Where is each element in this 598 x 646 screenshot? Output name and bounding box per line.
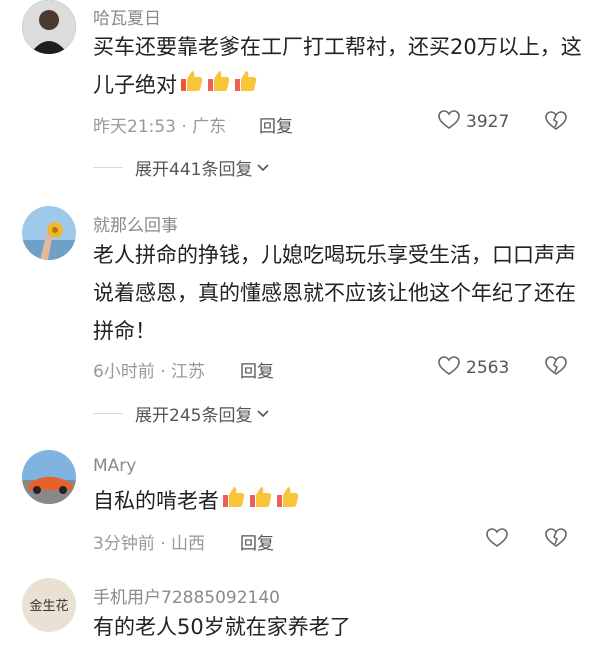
like-count: 3927 <box>466 112 510 132</box>
comment-location: 广东 <box>192 117 227 137</box>
meta-separator: · <box>154 362 172 382</box>
broken-heart-icon <box>545 528 567 552</box>
avatar[interactable] <box>22 450 76 504</box>
comment-location: 江苏 <box>171 362 206 382</box>
comment-text-body: 买车还要靠老爹在工厂打工帮衬，还买20万以上，这儿子绝对 <box>93 35 582 97</box>
comment-text: 老人拼命的挣钱，儿媳吃喝玩乐享受生活，口口声声说着感恩，真的懂感恩就不应该让他这… <box>93 243 576 343</box>
avatar[interactable]: 金生花 <box>22 578 76 632</box>
comment-meta: 昨天21:53 · 广东 <box>93 112 226 137</box>
chevron-down-icon <box>256 158 270 177</box>
meta-separator: · <box>154 534 172 554</box>
comment-text: 自私的啃老者 <box>93 482 588 521</box>
comment-username[interactable]: 哈瓦夏日 <box>93 4 161 29</box>
reply-button[interactable]: 回复 <box>240 357 274 382</box>
dislike-button[interactable] <box>545 528 567 552</box>
thumbs-up-icon <box>274 483 300 521</box>
like-count: 2563 <box>466 358 510 378</box>
broken-heart-icon <box>545 111 567 135</box>
heart-icon <box>438 356 460 380</box>
thumbs-up-icon <box>247 483 273 521</box>
meta-separator: · <box>176 117 193 137</box>
thumbs-up-icon <box>220 483 246 521</box>
reply-button[interactable]: 回复 <box>240 529 274 554</box>
comment-username[interactable]: 手机用户72885092140 <box>93 583 280 608</box>
thumbs-up-icon <box>205 67 231 105</box>
comment-text: 有的老人50岁就在家养老了 <box>93 615 351 639</box>
thumbs-up-icon <box>178 67 204 105</box>
comment-meta: 6小时前 · 江苏 <box>93 357 205 382</box>
comment-time: 6小时前 <box>93 362 155 382</box>
expand-replies[interactable]: 展开441条回复 <box>93 155 270 180</box>
comment-username[interactable]: MAry <box>93 456 136 476</box>
like-button[interactable] <box>486 528 508 552</box>
comment-text-body: 自私的啃老者 <box>93 489 219 513</box>
heart-icon <box>438 110 460 134</box>
comment-time: 昨天21:53 <box>93 117 176 137</box>
avatar[interactable] <box>22 0 76 54</box>
thumbs-up-icon <box>232 67 258 105</box>
comment-username[interactable]: 就那么回事 <box>93 211 178 236</box>
comment-time: 3分钟前 <box>93 534 155 554</box>
comment-location: 山西 <box>171 534 206 554</box>
like-button[interactable]: 3927 <box>438 110 509 134</box>
broken-heart-icon <box>545 356 567 380</box>
avatar-text: 金生花 <box>29 598 68 614</box>
reply-button[interactable]: 回复 <box>259 112 293 137</box>
like-button[interactable]: 2563 <box>438 356 509 380</box>
comment-text: 买车还要靠老爹在工厂打工帮衬，还买20万以上，这儿子绝对 <box>93 28 588 105</box>
chevron-down-icon <box>256 404 270 423</box>
dislike-button[interactable] <box>545 356 567 380</box>
comment-meta: 3分钟前 · 山西 <box>93 529 205 554</box>
expand-replies-label: 展开245条回复 <box>135 406 253 426</box>
avatar[interactable] <box>22 206 76 260</box>
expand-replies[interactable]: 展开245条回复 <box>93 401 270 426</box>
dislike-button[interactable] <box>545 111 567 135</box>
divider <box>93 413 123 414</box>
expand-replies-label: 展开441条回复 <box>135 160 253 180</box>
heart-icon <box>486 528 508 552</box>
divider <box>93 167 123 168</box>
